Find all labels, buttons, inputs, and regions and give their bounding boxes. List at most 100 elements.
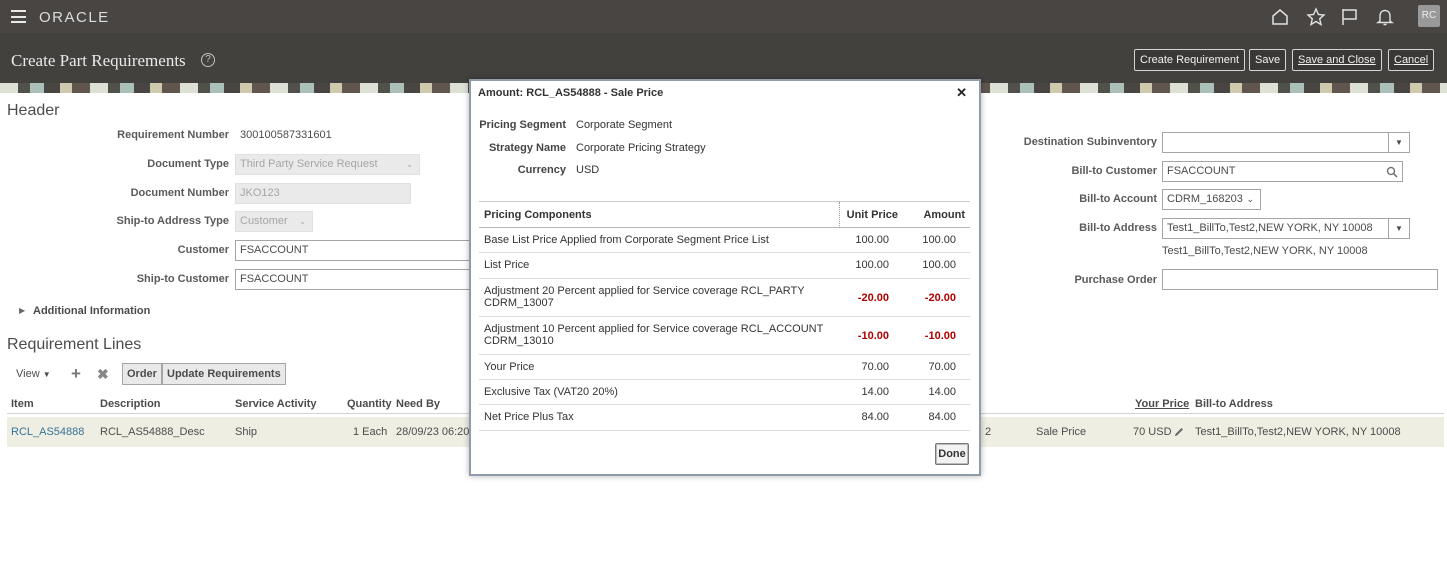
- cancel-button[interactable]: Cancel: [1388, 49, 1435, 71]
- amount-value: 14.00: [928, 386, 956, 398]
- view-menu[interactable]: View ▼: [16, 368, 51, 380]
- pricing-component-name: Your Price: [484, 361, 535, 373]
- bill-to-customer-input[interactable]: FSACCOUNT: [1162, 161, 1403, 182]
- item-link[interactable]: RCL_AS54888: [11, 426, 84, 438]
- ship-to-customer-label: Ship-to Customer: [136, 273, 229, 285]
- dialog-title: Amount: RCL_AS54888 - Sale Price: [478, 87, 664, 99]
- expand-triangle-icon[interactable]: ▶: [19, 306, 25, 315]
- table-header-row: Pricing Components Unit Price Amount: [479, 202, 970, 228]
- pricing-component-name: Exclusive Tax (VAT20 20%): [484, 386, 618, 398]
- destination-subinventory-label: Destination Subinventory: [1023, 136, 1157, 148]
- bill-to-account-select[interactable]: CDRM_168203 ⌄: [1162, 189, 1261, 210]
- price-breakdown-dialog: Amount: RCL_AS54888 - Sale Price ✕ Prici…: [469, 79, 981, 476]
- amount-value: 100.00: [922, 259, 956, 271]
- cell-description: RCL_AS54888_Desc: [100, 426, 205, 438]
- bill-to-address-label: Bill-to Address: [1079, 222, 1157, 234]
- ship-to-address-type-label: Ship-to Address Type: [116, 215, 229, 227]
- add-icon[interactable]: +: [71, 364, 81, 384]
- pricing-components-table: Pricing Components Unit Price Amount Bas…: [479, 201, 970, 431]
- pricing-row: Adjustment 20 Percent applied for Servic…: [479, 279, 970, 317]
- unit-price-value: 70.00: [861, 361, 889, 373]
- favorites-star-icon[interactable]: [1306, 7, 1326, 27]
- chevron-down-icon: ⌄: [406, 160, 413, 169]
- header-amount: Amount: [923, 209, 965, 221]
- document-type-label: Document Type: [147, 158, 229, 170]
- customer-input[interactable]: FSACCOUNT: [235, 240, 475, 261]
- search-icon[interactable]: [1386, 166, 1398, 178]
- watchlist-flag-icon[interactable]: [1340, 7, 1360, 27]
- update-requirements-button[interactable]: Update Requirements: [162, 363, 286, 385]
- amount-value: 100.00: [922, 234, 956, 246]
- order-button[interactable]: Order: [122, 363, 162, 385]
- strategy-name-value: Corporate Pricing Strategy: [576, 142, 706, 154]
- pricing-component-name: Adjustment 20 Percent applied for Servic…: [484, 285, 805, 309]
- cell-partial: 2: [985, 426, 992, 438]
- done-button[interactable]: Done: [935, 443, 969, 465]
- col-description[interactable]: Description: [100, 398, 161, 410]
- col-quantity[interactable]: Quantity: [347, 398, 392, 410]
- document-type-select: Third Party Service Request ⌄: [235, 154, 420, 175]
- save-and-close-button[interactable]: Save and Close: [1292, 49, 1382, 71]
- home-icon[interactable]: [1270, 7, 1290, 27]
- pricing-segment-value: Corporate Segment: [576, 119, 672, 131]
- ship-to-customer-input[interactable]: FSACCOUNT: [235, 269, 475, 290]
- pricing-row: Base List Price Applied from Corporate S…: [479, 228, 970, 253]
- edit-pencil-icon[interactable]: [1173, 426, 1185, 438]
- amount-value: 70.00: [928, 361, 956, 373]
- bill-to-customer-label: Bill-to Customer: [1071, 165, 1157, 177]
- pricing-component-name: Base List Price Applied from Corporate S…: [484, 234, 769, 246]
- unit-price-value: 100.00: [855, 234, 889, 246]
- destination-subinventory-select[interactable]: ▼: [1162, 132, 1410, 153]
- unit-price-value: 14.00: [861, 386, 889, 398]
- help-icon[interactable]: ?: [201, 53, 215, 67]
- requirement-number-label: Requirement Number: [117, 129, 229, 141]
- col-bill-to-address[interactable]: Bill-to Address: [1195, 398, 1273, 410]
- global-header: ORACLE RC: [0, 0, 1447, 33]
- document-number-field: JKO123: [235, 183, 411, 204]
- pricing-row: Net Price Plus Tax 84.00 84.00: [479, 405, 970, 431]
- pricing-component-name: Adjustment 10 Percent applied for Servic…: [484, 323, 824, 347]
- page-title: Create Part Requirements: [11, 51, 186, 70]
- cell-your-price: 70 USD: [1133, 426, 1172, 438]
- currency-label: Currency: [517, 164, 566, 176]
- user-avatar[interactable]: RC: [1418, 5, 1440, 27]
- additional-information-toggle[interactable]: Additional Information: [33, 305, 150, 317]
- oracle-logo[interactable]: ORACLE: [39, 9, 110, 26]
- pricing-component-name: Net Price Plus Tax: [484, 411, 574, 423]
- col-service-activity[interactable]: Service Activity: [235, 398, 317, 410]
- chevron-down-icon: ⌄: [1246, 194, 1254, 204]
- header-unit-price: Unit Price: [846, 209, 898, 221]
- header-section-title: Header: [7, 102, 60, 119]
- dropdown-arrow-icon[interactable]: ▼: [1388, 132, 1410, 153]
- col-your-price[interactable]: Your Price: [1135, 398, 1189, 410]
- ship-to-address-type-select: Customer ⌄: [235, 211, 313, 232]
- amount-value: 84.00: [928, 411, 956, 423]
- unit-price-value: -20.00: [857, 292, 889, 304]
- amount-value: -20.00: [924, 292, 956, 304]
- header-pricing-components: Pricing Components: [484, 209, 592, 221]
- cell-service-activity: Ship: [235, 426, 258, 438]
- purchase-order-input[interactable]: [1162, 269, 1438, 290]
- pricing-row: Exclusive Tax (VAT20 20%) 14.00 14.00: [479, 380, 970, 405]
- col-need-by[interactable]: Need By: [396, 398, 440, 410]
- purchase-order-label: Purchase Order: [1074, 274, 1157, 286]
- pricing-row: Your Price 70.00 70.00: [479, 355, 970, 380]
- delete-x-icon[interactable]: ✖: [97, 366, 109, 383]
- customer-label: Customer: [177, 244, 229, 256]
- dropdown-arrow-icon[interactable]: ▼: [1388, 218, 1410, 239]
- menu-icon[interactable]: [11, 10, 26, 23]
- chevron-down-icon: ⌄: [299, 217, 306, 226]
- create-requirement-button[interactable]: Create Requirement: [1134, 49, 1246, 71]
- requirement-lines-title: Requirement Lines: [7, 336, 142, 353]
- cell-need-by: 28/09/23 06:20: [396, 426, 470, 438]
- cell-price-type: Sale Price: [1036, 426, 1087, 438]
- cell-quantity: 1 Each: [353, 426, 388, 438]
- save-button[interactable]: Save: [1249, 49, 1287, 71]
- pricing-component-name: List Price: [484, 259, 530, 271]
- col-item[interactable]: Item: [11, 398, 34, 410]
- bill-to-address-select[interactable]: Test1_BillTo,Test2,NEW YORK, NY 10008 ▼: [1162, 218, 1410, 239]
- pricing-row: Adjustment 10 Percent applied for Servic…: [479, 317, 970, 355]
- close-icon[interactable]: ✕: [956, 85, 967, 101]
- notifications-bell-icon[interactable]: [1375, 7, 1395, 27]
- document-number-label: Document Number: [130, 187, 229, 199]
